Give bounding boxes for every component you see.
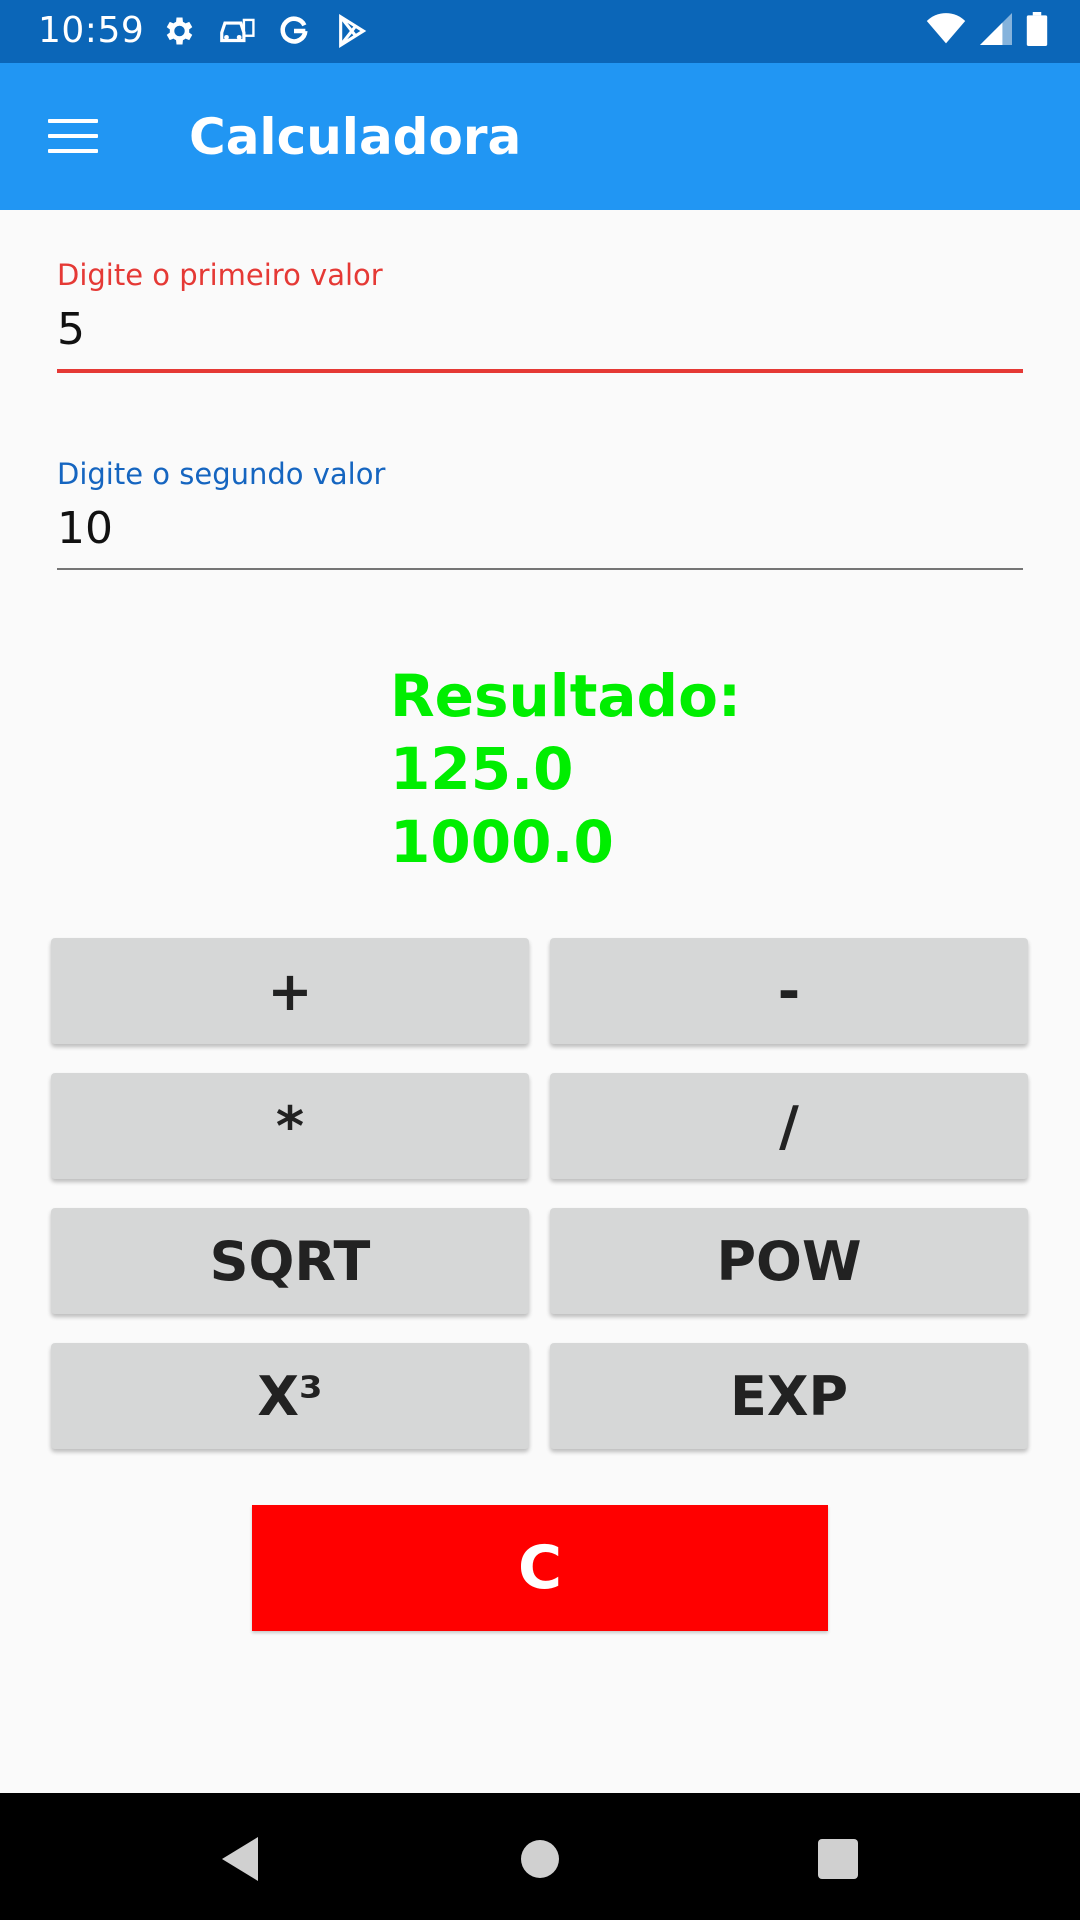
divide-button[interactable]: / <box>550 1073 1028 1179</box>
first-value-input[interactable] <box>57 292 1023 369</box>
signal-icon <box>980 13 1012 50</box>
menu-icon[interactable] <box>48 119 98 155</box>
wifi-icon <box>926 13 966 50</box>
page-title: Calculadora <box>189 108 522 166</box>
recent-apps-icon[interactable] <box>808 1829 868 1889</box>
settings-icon <box>158 12 198 50</box>
first-value-label: Digite o primeiro valor <box>57 258 383 292</box>
second-value-field: Digite o segundo valor <box>57 457 1023 570</box>
status-icons-left <box>158 12 372 50</box>
play-store-icon <box>332 12 372 50</box>
second-value-label: Digite o segundo valor <box>57 457 386 491</box>
exp-button[interactable]: EXP <box>550 1343 1028 1449</box>
sqrt-button[interactable]: SQRT <box>51 1208 529 1314</box>
multiply-button[interactable]: * <box>51 1073 529 1179</box>
subtract-button[interactable]: - <box>550 938 1028 1044</box>
status-bar: 10:59 <box>0 0 1080 63</box>
add-button[interactable]: + <box>51 938 529 1044</box>
result-line-1: 125.0 <box>390 735 574 803</box>
back-icon[interactable] <box>210 1829 270 1889</box>
google-icon <box>274 12 314 50</box>
first-value-field: Digite o primeiro valor <box>57 258 1023 373</box>
second-value-input[interactable] <box>57 491 1023 568</box>
second-value-underline <box>57 568 1023 570</box>
home-icon[interactable] <box>510 1829 570 1889</box>
first-value-underline <box>57 369 1023 373</box>
app-bar: Calculadora <box>0 63 1080 210</box>
car-icon <box>216 12 256 50</box>
result-display: Resultado: 125.0 1000.0 <box>390 660 741 879</box>
pow-button[interactable]: POW <box>550 1208 1028 1314</box>
status-icons-right <box>926 12 1048 51</box>
clear-button[interactable]: C <box>252 1505 828 1631</box>
status-time: 10:59 <box>38 10 145 51</box>
battery-icon <box>1026 12 1048 51</box>
result-line-2: 1000.0 <box>390 808 614 876</box>
result-label: Resultado: <box>390 662 742 730</box>
cube-button[interactable]: X³ <box>51 1343 529 1449</box>
navigation-bar <box>0 1793 1080 1920</box>
